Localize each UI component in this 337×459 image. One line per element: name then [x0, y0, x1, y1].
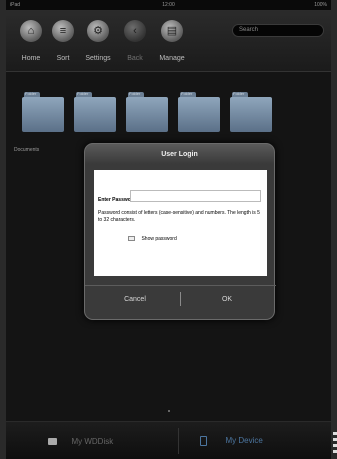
folder-icon [22, 97, 64, 132]
folder-item[interactable]: Folder [230, 91, 272, 132]
manage-icon: ▤ [161, 20, 183, 42]
device-icon [200, 435, 207, 446]
tab-my-wddisk-label: My WDDisk [71, 437, 114, 447]
toolbar-settings-label: Settings [85, 55, 111, 62]
password-help-text: Password consist of letters (case-sensit… [98, 210, 260, 223]
tab-my-wddisk[interactable]: My WDDisk [48, 433, 113, 451]
page-indicator [168, 410, 170, 412]
folder-tab-label: Folder [77, 91, 89, 96]
toolbar-sort-label: Sort [56, 55, 70, 62]
ok-button[interactable]: OK [187, 291, 267, 309]
folder-item[interactable]: Folder [126, 91, 168, 132]
gear-icon: ⚙ [87, 20, 109, 42]
cancel-button[interactable]: Cancel [95, 291, 175, 309]
folder-tab-label: Folder [25, 91, 37, 96]
toolbar-home-label: Home [21, 55, 41, 62]
folder-icon [230, 97, 272, 132]
folder-icon [126, 97, 168, 132]
toolbar: ⌂ Home ≡ Sort ⚙ Settings ‹ Back ▤ Manage… [6, 10, 331, 72]
dialog-button-separator [180, 292, 181, 306]
show-password-checkbox[interactable] [128, 236, 135, 242]
folder-item[interactable]: Folder [178, 91, 220, 132]
dialog-button-divider [85, 285, 276, 286]
bottom-tab-bar: My WDDisk My Device [6, 421, 331, 459]
status-bar: iPad 12:00 100% [6, 0, 331, 10]
dialog-body: Enter Password: Password consist of lett… [94, 170, 267, 276]
folder-tab-label: Folder [181, 91, 193, 96]
tab-my-device[interactable]: My Device [200, 432, 263, 450]
toolbar-back-label: Back [127, 55, 143, 62]
toolbar-manage-label: Manage [159, 55, 185, 62]
sort-icon: ≡ [52, 20, 74, 42]
toolbar-back-button[interactable]: ‹ Back [118, 20, 152, 62]
computer-icon [48, 438, 57, 446]
app-screen: iPad 12:00 100% ⌂ Home ≡ Sort ⚙ Settings… [6, 0, 331, 459]
folder-item[interactable]: Folder [22, 91, 64, 132]
show-password-toggle[interactable]: Show password [128, 230, 177, 248]
folder-tab-label: Folder [129, 91, 141, 96]
back-icon: ‹ [124, 20, 146, 42]
status-battery: 100% [314, 2, 327, 8]
toolbar-sort-button[interactable]: ≡ Sort [46, 20, 80, 62]
status-time: 12:00 [162, 2, 175, 8]
folder-tab-label: Folder [233, 91, 245, 96]
search-input[interactable]: Search [232, 24, 324, 37]
password-field[interactable] [130, 190, 261, 202]
tab-my-device-label: My Device [225, 436, 263, 446]
toolbar-manage-button[interactable]: ▤ Manage [155, 20, 189, 62]
folder-caption: Documents [14, 147, 40, 153]
tab-divider [178, 428, 179, 454]
dialog-title: User Login [161, 151, 198, 158]
folder-icon [74, 97, 116, 132]
toolbar-settings-button[interactable]: ⚙ Settings [81, 20, 115, 62]
folder-item[interactable]: Folder [74, 91, 116, 132]
toolbar-home-button[interactable]: ⌂ Home [14, 20, 48, 62]
folder-icon [178, 97, 220, 132]
home-icon: ⌂ [20, 20, 42, 42]
side-handle-icon[interactable] [333, 432, 337, 454]
login-dialog: User Login Enter Password: Password cons… [84, 143, 276, 320]
show-password-label: Show password [141, 235, 177, 242]
